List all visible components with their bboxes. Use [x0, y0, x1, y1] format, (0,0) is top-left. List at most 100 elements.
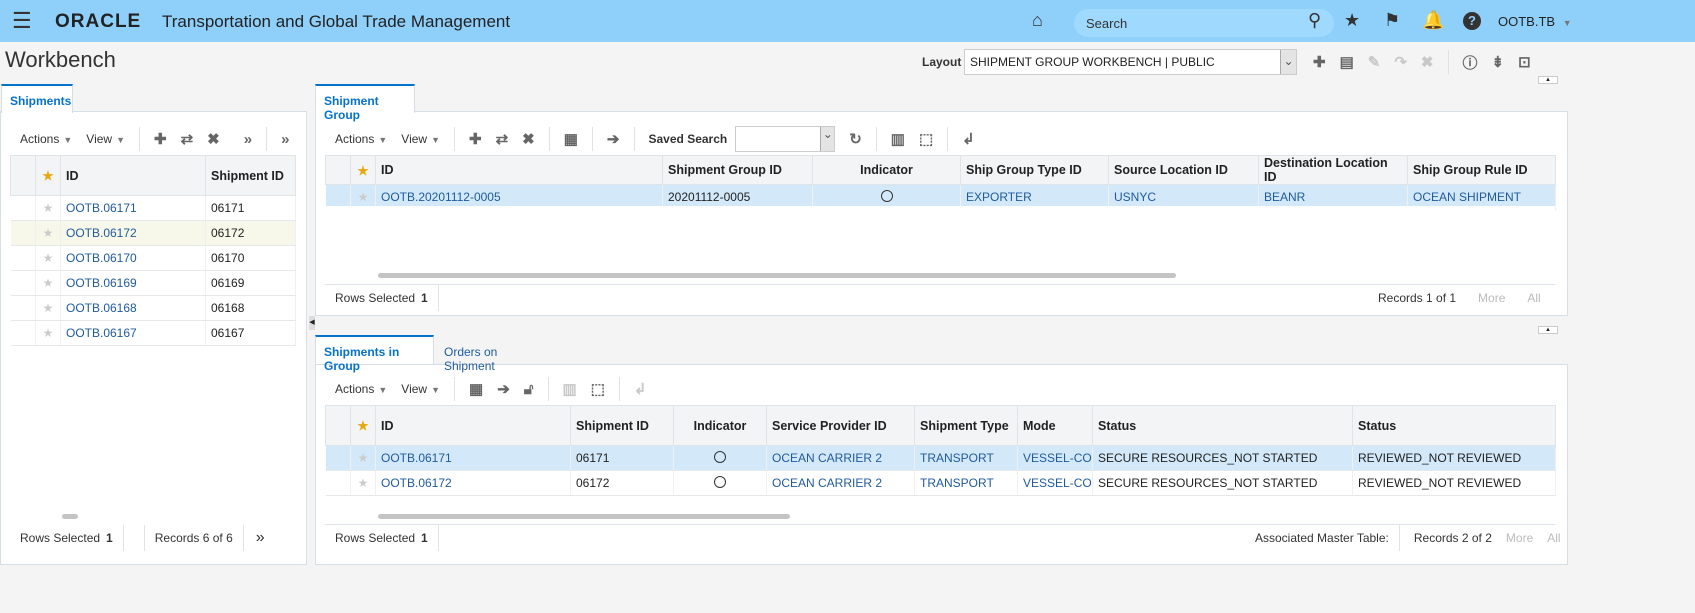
column-header[interactable]: Destination Location ID [1258, 155, 1408, 185]
more-link[interactable]: More [1478, 291, 1505, 305]
cell-link[interactable]: OOTB.06170 [60, 245, 206, 271]
columns-icon[interactable]: ▥ [563, 380, 577, 398]
column-header[interactable]: Status [1092, 405, 1353, 446]
expand-icon[interactable]: » [256, 529, 265, 547]
home-icon[interactable]: ⌂ [1032, 10, 1043, 31]
cell-link[interactable]: TRANSPORT [914, 470, 1018, 496]
cell-link[interactable]: VESSEL-CO [1017, 470, 1093, 496]
select-all-icon[interactable]: ⬚ [591, 380, 605, 398]
star-icon[interactable]: ★ [1344, 10, 1360, 31]
row-selector[interactable] [10, 270, 36, 296]
delete-icon[interactable]: ✖ [522, 130, 535, 148]
chevron-down-icon[interactable]: ⌄ [1280, 50, 1296, 74]
table-filter-icon[interactable]: ▦ [564, 130, 578, 148]
cell-link[interactable]: OCEAN CARRIER 2 [766, 445, 915, 471]
menu-icon[interactable]: ☰ [12, 8, 32, 34]
star-icon[interactable]: ★ [350, 470, 376, 496]
actions-menu[interactable]: Actions ▼ [335, 132, 387, 146]
edit-icon[interactable]: ✎ [1368, 53, 1381, 71]
tab-shipments[interactable]: Shipments [1, 84, 73, 113]
table-row[interactable]: ★ OOTB.06169 06169 [10, 270, 296, 296]
select-all-icon[interactable]: ⬚ [919, 130, 933, 148]
cell-link[interactable]: OOTB.06171 [60, 195, 206, 221]
info-icon[interactable]: ⓘ [1463, 52, 1478, 73]
row-selector[interactable] [10, 220, 36, 246]
table-row[interactable]: ★ OOTB.06171 06171 OCEAN CARRIER 2 TRANSPORT… [325, 445, 1556, 471]
search-icon[interactable]: ⚲ [1308, 10, 1321, 31]
tab-orders-on-shipment[interactable]: Orders on Shipment [436, 335, 556, 373]
more-link[interactable]: More [1506, 531, 1533, 545]
download-icon[interactable]: ⇟ [1492, 53, 1505, 71]
redo-icon[interactable]: ↷ [1394, 53, 1407, 71]
tab-shipment-group[interactable]: Shipment Group [315, 84, 415, 122]
horizontal-scrollbar[interactable] [378, 273, 1176, 278]
horizontal-scrollbar[interactable] [378, 514, 790, 519]
unlock-icon[interactable]: 🔓︎ [524, 381, 534, 398]
select-column-header[interactable] [325, 405, 351, 446]
user-menu[interactable]: OOTB.TB ▼ [1498, 14, 1572, 29]
horizontal-scrollbar[interactable] [62, 514, 78, 519]
column-header[interactable]: ID [60, 155, 206, 196]
column-header[interactable]: Shipment Group ID [662, 155, 813, 185]
saved-search-select[interactable]: ⌄ [735, 126, 836, 152]
delete-icon[interactable]: ✖ [1421, 53, 1434, 71]
table-row[interactable]: ★ OOTB.06171 06171 [10, 195, 296, 221]
star-icon[interactable]: ★ [350, 445, 376, 471]
collapse-up-icon[interactable]: ▲ [1538, 326, 1558, 334]
column-header[interactable]: Ship Group Rule ID [1407, 155, 1556, 185]
more-icon[interactable]: » [244, 131, 252, 148]
add-icon[interactable]: ✚ [154, 130, 167, 148]
go-icon[interactable]: ➔ [497, 380, 510, 398]
refresh-icon[interactable]: ↻ [849, 130, 862, 148]
table-row[interactable]: ★ OOTB.06167 06167 [10, 320, 296, 346]
row-selector[interactable] [10, 195, 36, 221]
column-header[interactable]: Shipment ID [570, 405, 674, 446]
view-menu[interactable]: View ▼ [86, 132, 125, 146]
table-row[interactable]: ★ OOTB.06170 06170 [10, 245, 296, 271]
row-selector[interactable] [10, 295, 36, 321]
add-icon[interactable]: ✚ [469, 130, 482, 148]
column-header[interactable]: Shipment Type [914, 405, 1018, 446]
cell-link[interactable]: VESSEL-CO [1017, 445, 1093, 471]
star-icon[interactable]: ★ [35, 220, 61, 246]
star-icon[interactable]: ★ [35, 320, 61, 346]
collapse-splitter[interactable]: ◀ [309, 316, 315, 330]
table-row[interactable]: ★ OOTB.06168 06168 [10, 295, 296, 321]
row-selector[interactable] [325, 470, 351, 496]
tab-shipments-in-group[interactable]: Shipments in Group [315, 335, 434, 373]
column-header[interactable]: Shipment ID [205, 155, 296, 196]
cell-link[interactable]: OOTB.06171 [375, 445, 571, 471]
flag-icon[interactable]: ⚑ [1384, 10, 1400, 31]
row-selector[interactable] [10, 320, 36, 346]
column-header[interactable]: Mode [1017, 405, 1093, 446]
column-header[interactable]: Indicator [673, 405, 767, 446]
swap-icon[interactable]: ⇄ [496, 130, 509, 148]
chevron-down-icon[interactable]: ⌄ [820, 127, 835, 151]
cell-link[interactable]: OOTB.06169 [60, 270, 206, 296]
view-menu[interactable]: View ▼ [401, 132, 440, 146]
table-row[interactable]: ★ OOTB.06172 06172 [10, 220, 296, 246]
bell-icon[interactable]: 🔔 [1422, 10, 1444, 31]
go-icon[interactable]: ➔ [607, 130, 620, 148]
star-icon[interactable]: ★ [35, 270, 61, 296]
row-selector[interactable] [325, 445, 351, 471]
all-link[interactable]: All [1527, 291, 1540, 305]
column-header[interactable]: ID [375, 155, 663, 185]
column-header[interactable]: Source Location ID [1108, 155, 1259, 185]
table-filter-icon[interactable]: ▦ [469, 380, 483, 398]
star-icon[interactable]: ★ [35, 245, 61, 271]
collapse-up-icon[interactable]: ▲ [1538, 76, 1558, 84]
cell-link[interactable]: OOTB.06168 [60, 295, 206, 321]
row-selector[interactable] [10, 245, 36, 271]
layout-select[interactable]: SHIPMENT GROUP WORKBENCH | PUBLIC ⌄ [964, 49, 1297, 75]
monitor-icon[interactable]: ⊡ [1518, 53, 1531, 71]
star-icon[interactable]: ★ [35, 195, 61, 221]
expand-icon[interactable]: » [281, 131, 289, 148]
table-row[interactable]: ★ OOTB.06172 06172 OCEAN CARRIER 2 TRANSPORT… [325, 470, 1556, 496]
select-column-header[interactable] [10, 155, 36, 196]
search-input[interactable]: Search [1074, 9, 1334, 37]
swap-icon[interactable]: ⇄ [181, 130, 194, 148]
delete-icon[interactable]: ✖ [207, 130, 220, 148]
actions-menu[interactable]: Actions ▼ [20, 132, 72, 146]
view-menu[interactable]: View ▼ [401, 382, 440, 396]
